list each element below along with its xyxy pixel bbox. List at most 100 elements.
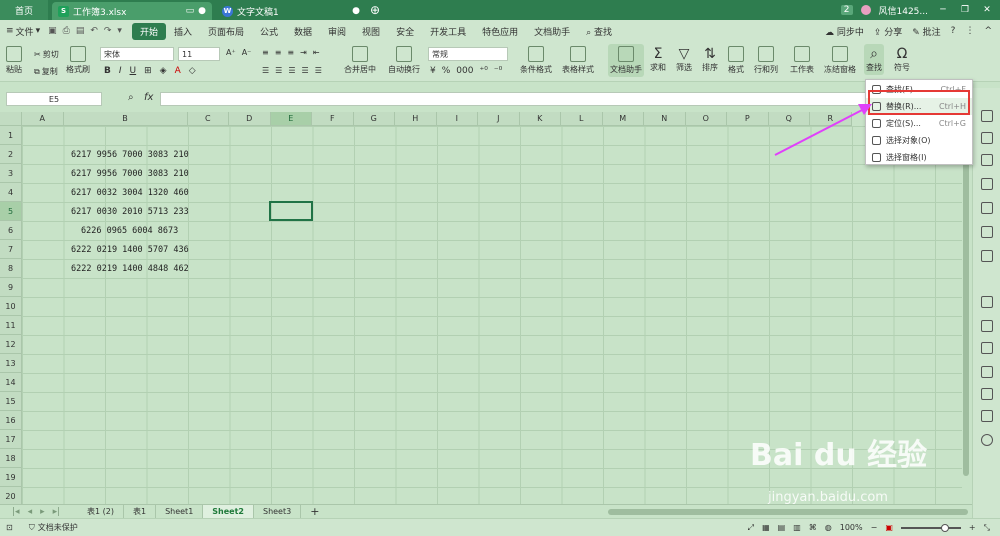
- undo-icon[interactable]: ↶: [90, 26, 98, 36]
- cell-b6[interactable]: 6226 0965 6004 8673: [81, 226, 178, 236]
- fx-icon[interactable]: fx: [144, 92, 153, 103]
- scroll-thumb[interactable]: [963, 136, 969, 476]
- column-header-n[interactable]: N: [644, 112, 686, 126]
- select-objects-menu-item[interactable]: 选择对象(O): [866, 132, 972, 149]
- cut-button[interactable]: ✂ 剪切: [34, 49, 59, 60]
- decrease-decimal-icon[interactable]: ⁻⁰: [494, 66, 502, 76]
- fill-color-icon[interactable]: ◈: [160, 66, 167, 76]
- row-header-2[interactable]: 2: [0, 145, 22, 164]
- table-icon[interactable]: [981, 178, 993, 190]
- comment-button[interactable]: ✎ 批注: [912, 25, 940, 38]
- column-header-f[interactable]: F: [312, 112, 354, 126]
- row-header-5[interactable]: 5: [0, 202, 22, 221]
- percent-icon[interactable]: %: [442, 66, 451, 76]
- sheet-tab-sheet3[interactable]: Sheet3: [254, 504, 302, 519]
- align-bottom-icon[interactable]: ≡: [287, 48, 294, 57]
- window-count-badge[interactable]: 2: [840, 5, 853, 15]
- row-header-1[interactable]: 1: [0, 126, 22, 145]
- shapes-icon[interactable]: [981, 132, 993, 144]
- sheet-tab-sheet1[interactable]: Sheet1: [156, 504, 204, 519]
- menu-security[interactable]: 安全: [388, 25, 422, 38]
- avatar[interactable]: [860, 5, 871, 15]
- column-header-d[interactable]: D: [229, 112, 271, 126]
- align-right-icon[interactable]: ☰: [288, 66, 295, 75]
- row-header-18[interactable]: 18: [0, 449, 22, 468]
- save-icon[interactable]: ▣: [48, 26, 57, 36]
- format-button[interactable]: 格式: [728, 46, 744, 75]
- restore-icon[interactable]: ❐: [958, 5, 972, 15]
- increase-font-icon[interactable]: A⁺: [226, 48, 236, 57]
- image-icon[interactable]: [981, 366, 993, 378]
- close-icon[interactable]: ✕: [980, 5, 994, 15]
- row-header-17[interactable]: 17: [0, 430, 22, 449]
- prev-sheet-icon[interactable]: ◂: [28, 507, 33, 517]
- menu-doc-helper[interactable]: 文档助手: [526, 25, 578, 38]
- fullscreen-icon[interactable]: ⤢: [748, 523, 754, 533]
- row-header-20[interactable]: 20: [0, 487, 22, 504]
- doc-helper-button[interactable]: 文档助手: [608, 44, 644, 77]
- row-header-6[interactable]: 6: [0, 221, 22, 240]
- menu-review[interactable]: 审阅: [320, 25, 354, 38]
- column-header-j[interactable]: J: [478, 112, 520, 126]
- row-header-14[interactable]: 14: [0, 373, 22, 392]
- zoom-level[interactable]: 100%: [840, 523, 863, 532]
- macro-icon[interactable]: ⊡: [6, 523, 13, 532]
- menu-search[interactable]: ⌕ 查找: [578, 25, 620, 38]
- menu-home[interactable]: 开始: [131, 22, 166, 40]
- align-middle-icon[interactable]: ≡: [275, 48, 282, 57]
- justify-icon[interactable]: ☰: [302, 66, 309, 75]
- zoom-icon[interactable]: ⌕: [128, 92, 134, 103]
- last-sheet-icon[interactable]: ▸|: [53, 507, 61, 517]
- close-tab-icon[interactable]: ●: [352, 6, 360, 16]
- reading-mode-icon[interactable]: ⌘: [809, 523, 817, 532]
- currency-icon[interactable]: ¥: [430, 66, 436, 76]
- column-header-e[interactable]: E: [270, 112, 312, 126]
- cell-b4[interactable]: 6217 0032 3004 1320 460: [71, 188, 189, 198]
- symbol-button[interactable]: Ω 符号: [894, 46, 910, 73]
- number-format-select[interactable]: 常规: [428, 47, 508, 61]
- home-tab[interactable]: 首页: [0, 0, 48, 20]
- row-header-11[interactable]: 11: [0, 316, 22, 335]
- eye-protect-icon[interactable]: ◍: [825, 523, 832, 532]
- column-header-l[interactable]: L: [561, 112, 603, 126]
- find-button[interactable]: ⌕ 查找: [864, 44, 884, 75]
- menu-insert[interactable]: 插入: [166, 25, 200, 38]
- sort-button[interactable]: ⇅ 排序: [702, 46, 718, 73]
- tab-workbook[interactable]: S 工作簿3.xlsx ▭ ●: [52, 2, 212, 20]
- horizontal-scrollbar[interactable]: [608, 508, 969, 515]
- selection-pane-menu-item[interactable]: 选择窗格(I): [866, 149, 972, 166]
- menu-features[interactable]: 特色应用: [474, 25, 526, 38]
- italic-icon[interactable]: I: [119, 66, 122, 76]
- share-button[interactable]: ⇪ 分享: [874, 25, 902, 38]
- paste-button[interactable]: 粘贴: [6, 46, 22, 75]
- wrap-text-button[interactable]: 自动换行: [388, 46, 420, 75]
- thousands-icon[interactable]: 000: [456, 66, 473, 76]
- row-header-3[interactable]: 3: [0, 164, 22, 183]
- underline-icon[interactable]: U: [130, 66, 137, 76]
- border-icon[interactable]: ⊞: [144, 66, 152, 76]
- file-menu[interactable]: ≡ 文件 ▾: [6, 25, 40, 38]
- increase-decimal-icon[interactable]: ⁺⁰: [479, 66, 487, 76]
- menu-data[interactable]: 数据: [286, 25, 320, 38]
- sum-button[interactable]: Σ 求和: [650, 46, 666, 73]
- protect-status[interactable]: 文档未保护: [38, 522, 78, 533]
- help-icon[interactable]: ?: [951, 26, 956, 36]
- chart-icon[interactable]: [981, 226, 993, 238]
- outdent-icon[interactable]: ⇤: [313, 48, 320, 57]
- export-icon[interactable]: [981, 320, 993, 332]
- row-col-button[interactable]: 行和列: [754, 46, 778, 75]
- column-header-m[interactable]: M: [602, 112, 644, 126]
- column-header-c[interactable]: C: [187, 112, 229, 126]
- history-icon[interactable]: [981, 410, 993, 422]
- column-header-r[interactable]: R: [810, 112, 852, 126]
- cursor-icon[interactable]: [981, 110, 993, 122]
- help-circle-icon[interactable]: [981, 434, 993, 446]
- table-style-button[interactable]: 表格样式: [562, 46, 594, 75]
- row-header-7[interactable]: 7: [0, 240, 22, 259]
- align-left-icon[interactable]: ☰: [262, 66, 269, 75]
- new-tab-icon[interactable]: ⊕: [370, 3, 380, 17]
- column-header-i[interactable]: I: [436, 112, 478, 126]
- cell-b5[interactable]: 6217 0030 2010 5713 233: [71, 207, 189, 217]
- column-header-o[interactable]: O: [685, 112, 727, 126]
- user-name[interactable]: 风信1425...: [879, 4, 929, 17]
